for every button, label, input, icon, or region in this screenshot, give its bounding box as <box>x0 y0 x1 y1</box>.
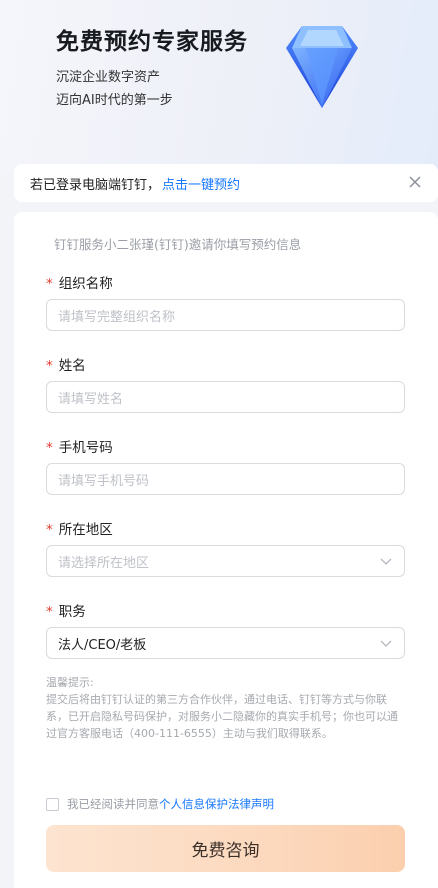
hero-banner: 免费预约专家服务 沉淀企业数字资产 迈向AI时代的第一步 <box>0 0 438 175</box>
form-intro: 钉钉服务小二张瑾(钉钉)邀请你填写预约信息 <box>54 237 302 252</box>
booking-form-card: 钉钉服务小二张瑾(钉钉)邀请你填写预约信息 * 组织名称 请填写完整组织名称 * 姓… <box>14 212 438 888</box>
org-name-label-text: 组织名称 <box>58 276 113 292</box>
phone-label-text: 手机号码 <box>58 440 113 456</box>
agreement-row: 我已经阅读并同意 个人信息保护法律声明 <box>46 797 274 811</box>
position-value: 法人/CEO/老板 <box>58 637 147 653</box>
required-mark: * <box>46 604 53 620</box>
required-mark: * <box>46 522 53 538</box>
phone-input[interactable]: 请填写手机号码 <box>46 463 405 495</box>
region-placeholder: 请选择所在地区 <box>58 555 150 571</box>
name-label-text: 姓名 <box>58 358 86 374</box>
hero-title: 免费预约专家服务 <box>56 29 248 55</box>
required-mark: * <box>46 358 53 374</box>
agreement-checkbox[interactable] <box>46 797 59 811</box>
notice-text: 若已登录电脑端钉钉， <box>30 177 161 193</box>
privacy-policy-link[interactable]: 个人信息保护法律声明 <box>159 796 274 812</box>
agreement-text: 我已经阅读并同意 <box>67 797 159 811</box>
tips-body: 提交后将由钉钉认证的第三方合作伙伴，通过电话、钉钉等方式与你联系，已开启隐私号码… <box>46 693 398 740</box>
region-label: * 所在地区 <box>46 518 113 538</box>
chevron-down-icon <box>380 558 392 565</box>
name-input[interactable]: 请填写姓名 <box>46 381 405 413</box>
name-label: * 姓名 <box>46 354 86 374</box>
phone-placeholder: 请填写手机号码 <box>58 473 150 489</box>
name-placeholder: 请填写姓名 <box>58 391 124 407</box>
required-mark: * <box>46 276 53 292</box>
diamond-icon <box>286 26 358 108</box>
hero-subtitle-line1: 沉淀企业数字资产 <box>56 70 161 85</box>
required-mark: * <box>46 440 53 456</box>
chevron-down-icon <box>380 640 392 647</box>
position-label: * 职务 <box>46 600 86 620</box>
free-consult-button[interactable]: 免费咨询 <box>46 825 405 872</box>
region-select[interactable]: 请选择所在地区 <box>46 545 405 577</box>
one-click-booking-link[interactable]: 点击一键预约 <box>162 174 240 193</box>
position-label-text: 职务 <box>58 604 86 620</box>
org-name-label: * 组织名称 <box>46 272 113 292</box>
org-name-input[interactable]: 请填写完整组织名称 <box>46 299 405 331</box>
position-select[interactable]: 法人/CEO/老板 <box>46 627 405 659</box>
close-icon[interactable] <box>408 175 422 189</box>
login-notice: 若已登录电脑端钉钉， 点击一键预约 <box>14 164 438 202</box>
region-label-text: 所在地区 <box>58 522 113 538</box>
tips-block: 温馨提示: 提交后将由钉钉认证的第三方合作伙伴，通过电话、钉钉等方式与你联系，已… <box>46 674 402 742</box>
org-name-placeholder: 请填写完整组织名称 <box>58 309 176 325</box>
tips-title: 温馨提示: <box>46 676 94 689</box>
hero-subtitle-line2: 迈向AI时代的第一步 <box>56 93 173 108</box>
phone-label: * 手机号码 <box>46 436 113 456</box>
